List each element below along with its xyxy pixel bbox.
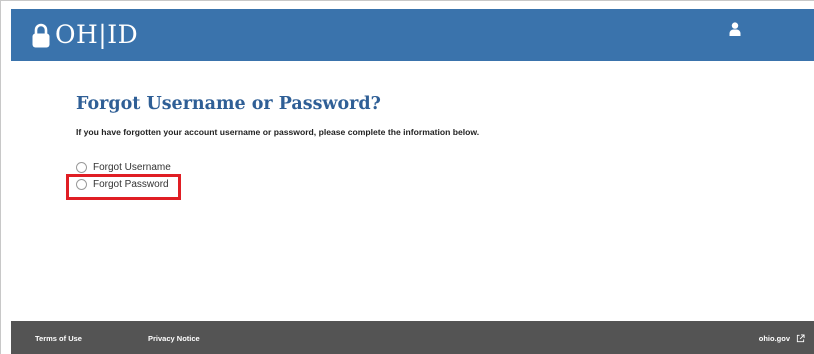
forgot-username-radio[interactable] bbox=[76, 162, 87, 173]
page-frame: OH|ID Forgot Username or Password? If yo… bbox=[0, 0, 814, 354]
logo-text: OH|ID bbox=[55, 20, 139, 49]
instructions-text: If you have forgotten your account usern… bbox=[76, 127, 480, 137]
ohio-gov-label: ohio.gov bbox=[758, 334, 790, 343]
ohio-gov-link[interactable]: ohio.gov bbox=[759, 334, 805, 343]
external-link-icon bbox=[796, 334, 805, 343]
highlight-annotation bbox=[66, 174, 181, 200]
forgot-username-label: Forgot Username bbox=[93, 162, 171, 173]
ohid-logo[interactable]: OH|ID bbox=[31, 18, 138, 52]
user-icon[interactable] bbox=[729, 22, 741, 36]
site-header: OH|ID bbox=[11, 9, 814, 61]
page-title: Forgot Username or Password? bbox=[76, 94, 381, 114]
terms-of-use-link[interactable]: Terms of Use bbox=[35, 334, 82, 343]
forgot-username-option[interactable]: Forgot Username bbox=[76, 162, 171, 173]
privacy-notice-link[interactable]: Privacy Notice bbox=[148, 334, 200, 343]
main-content: Forgot Username or Password? If you have… bbox=[11, 61, 814, 321]
lock-icon bbox=[32, 23, 50, 48]
site-footer: Terms of Use Privacy Notice ohio.gov bbox=[11, 321, 814, 354]
